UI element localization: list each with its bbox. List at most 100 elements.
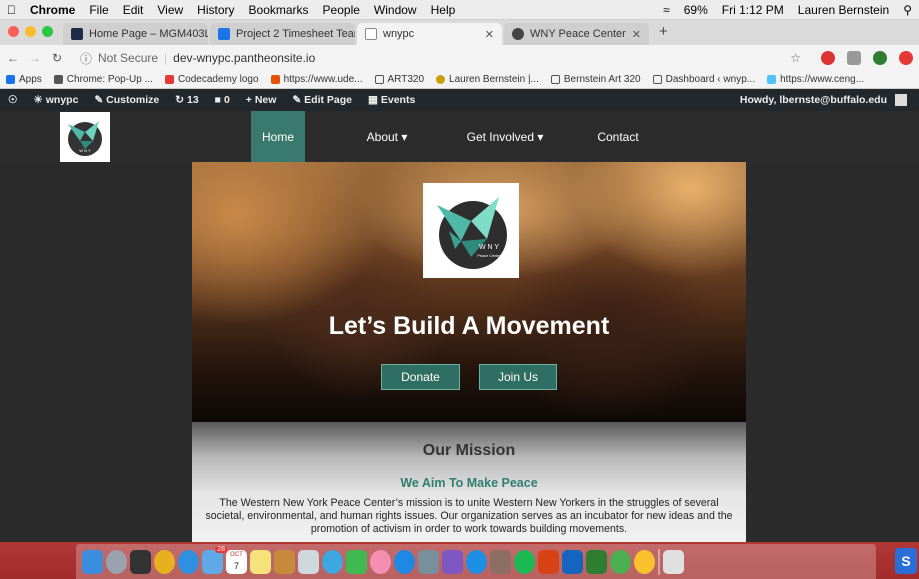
wp-site-name[interactable]: ☀ wnypc [25,94,86,106]
mail-icon[interactable]: 28 [202,545,227,574]
wp-howdy[interactable]: Howdy, lbernste@buffalo.edu [732,94,895,106]
notes-icon[interactable] [250,549,271,574]
menu-file[interactable]: File [82,3,115,17]
wp-events[interactable]: ▦ Events [360,94,423,106]
svg-text:Peace Center: Peace Center [477,254,501,258]
maps-icon[interactable] [322,549,343,574]
word-icon[interactable] [562,549,583,574]
messages-icon[interactable] [346,549,367,574]
wifi-icon[interactable]: ≈ [656,3,677,17]
extension-icon[interactable] [899,51,913,65]
bookmark-favicon [164,75,174,84]
user-name[interactable]: Lauren Bernstein [791,3,896,17]
bookmark-item[interactable]: Dashboard ‹ wnyp... [647,74,762,85]
join-us-button[interactable]: Join Us [479,364,557,390]
calendar-month: OCT [230,551,243,558]
hero-logo: W N Y Peace Center [423,183,519,278]
spotlight-search-icon[interactable]: ⚲ [896,3,919,17]
forward-arrow-icon[interactable]: → [26,51,44,65]
bookmark-item[interactable]: Chrome: Pop-Up ... [48,74,159,85]
info-icon[interactable]: ⓘ [80,50,92,67]
close-icon[interactable]: ✕ [485,28,494,41]
menu-window[interactable]: Window [367,3,424,17]
menu-history[interactable]: History [190,3,241,17]
menu-people[interactable]: People [316,3,367,17]
notebook-icon[interactable] [274,549,295,574]
wp-comments[interactable]: ■ 0 [207,94,238,106]
url-text: dev-wnypc.pantheonsite.io [173,51,316,65]
site-logo[interactable]: W N Y [60,112,110,162]
chrome-icon[interactable] [154,549,175,574]
minimize-window-button[interactable] [25,26,36,37]
safari-icon[interactable] [178,549,199,574]
skype-icon[interactable] [466,549,487,574]
atom-icon[interactable] [610,549,631,574]
nav-get-involved[interactable]: Get Involved ▾ [460,111,550,162]
slack-icon[interactable] [442,549,463,574]
close-icon[interactable]: ✕ [632,28,641,41]
omnibox[interactable]: ⓘ Not Secure | dev-wnypc.pantheonsite.io… [72,48,809,68]
bookmark-apps[interactable]: Apps [0,74,48,85]
spotify-icon[interactable] [514,549,535,574]
reload-icon[interactable]: ↻ [48,51,66,65]
bookmark-item[interactable]: https://www.ceng... [761,74,870,85]
wordpress-logo-icon[interactable]: ☉ [0,94,25,106]
extension-icon[interactable] [847,51,861,65]
adblock-extension-icon[interactable] [821,51,835,65]
tab-wnypc[interactable]: wnypc ✕ [357,23,502,45]
launchpad-icon[interactable] [106,549,127,574]
bookmark-star-icon[interactable]: ☆ [790,51,801,65]
back-arrow-icon[interactable]: ← [4,51,22,65]
wp-updates[interactable]: ↻ 13 [167,94,206,106]
calendar-icon[interactable]: OCT 7 [226,549,247,574]
tab-wny-peace-center[interactable]: WNY Peace Center ✕ [504,23,649,45]
app-store-icon[interactable] [394,549,415,574]
wp-customize[interactable]: ✎ Customize [86,94,167,106]
battery-status[interactable]: 69% [677,3,715,17]
image-capture-icon[interactable] [490,549,511,574]
trash-icon[interactable] [663,549,684,574]
menu-app-chrome[interactable]: Chrome [23,3,82,17]
avatar[interactable] [895,94,907,106]
zoom-window-button[interactable] [42,26,53,37]
close-window-button[interactable] [8,26,19,37]
menu-bookmarks[interactable]: Bookmarks [242,3,316,17]
powerpoint-icon[interactable] [538,549,559,574]
wp-new[interactable]: + New [238,94,285,106]
cyberduck-icon[interactable] [634,549,655,574]
apps-grid-icon [6,75,15,84]
mission-body: The Western New York Peace Center’s miss… [205,497,733,535]
photos-icon[interactable] [370,549,391,574]
excel-icon[interactable] [586,549,607,574]
bookmark-item[interactable]: ART320 [369,74,431,85]
apple-icon[interactable]:  [0,3,23,17]
bookmark-item[interactable]: Bernstein Art 320 [545,74,647,85]
new-tab-button[interactable]: + [651,23,676,45]
tab-timesheet[interactable]: Project 2 Timesheet Team 2.xl ✕ [210,23,355,45]
bookmark-label: Lauren Bernstein |... [449,74,539,85]
mission-title: Our Mission [422,442,516,459]
clock[interactable]: Fri 1:12 PM [715,3,791,17]
donate-button[interactable]: Donate [381,364,460,390]
finder-icon[interactable] [82,549,103,574]
tab-label: Home Page – MGM403LECF1… [89,28,208,40]
mission-control-icon[interactable] [130,549,151,574]
skype-app-icon[interactable]: S [895,548,917,574]
tab-favicon [218,28,230,40]
address-bar-row: ← → ↻ ⓘ Not Secure | dev-wnypc.pantheons… [0,45,919,71]
system-preferences-icon[interactable] [418,549,439,574]
menu-view[interactable]: View [150,3,190,17]
nav-home[interactable]: Home [251,111,305,162]
wp-admin-bar: ☉ ☀ wnypc ✎ Customize ↻ 13 ■ 0 + New ✎ E… [0,89,919,111]
bookmark-item[interactable]: Codecademy logo [159,74,265,85]
preview-icon[interactable] [298,549,319,574]
wp-edit-page[interactable]: ✎ Edit Page [284,94,360,106]
menu-edit[interactable]: Edit [116,3,151,17]
bookmark-item[interactable]: Lauren Bernstein |... [430,74,545,85]
tab-home-page[interactable]: Home Page – MGM403LECF1… ✕ [63,23,208,45]
profile-avatar[interactable] [873,51,887,65]
bookmark-item[interactable]: https://www.ude... [265,74,369,85]
nav-contact[interactable]: Contact [592,111,644,162]
menu-help[interactable]: Help [424,3,463,17]
nav-about[interactable]: About ▾ [356,111,418,162]
